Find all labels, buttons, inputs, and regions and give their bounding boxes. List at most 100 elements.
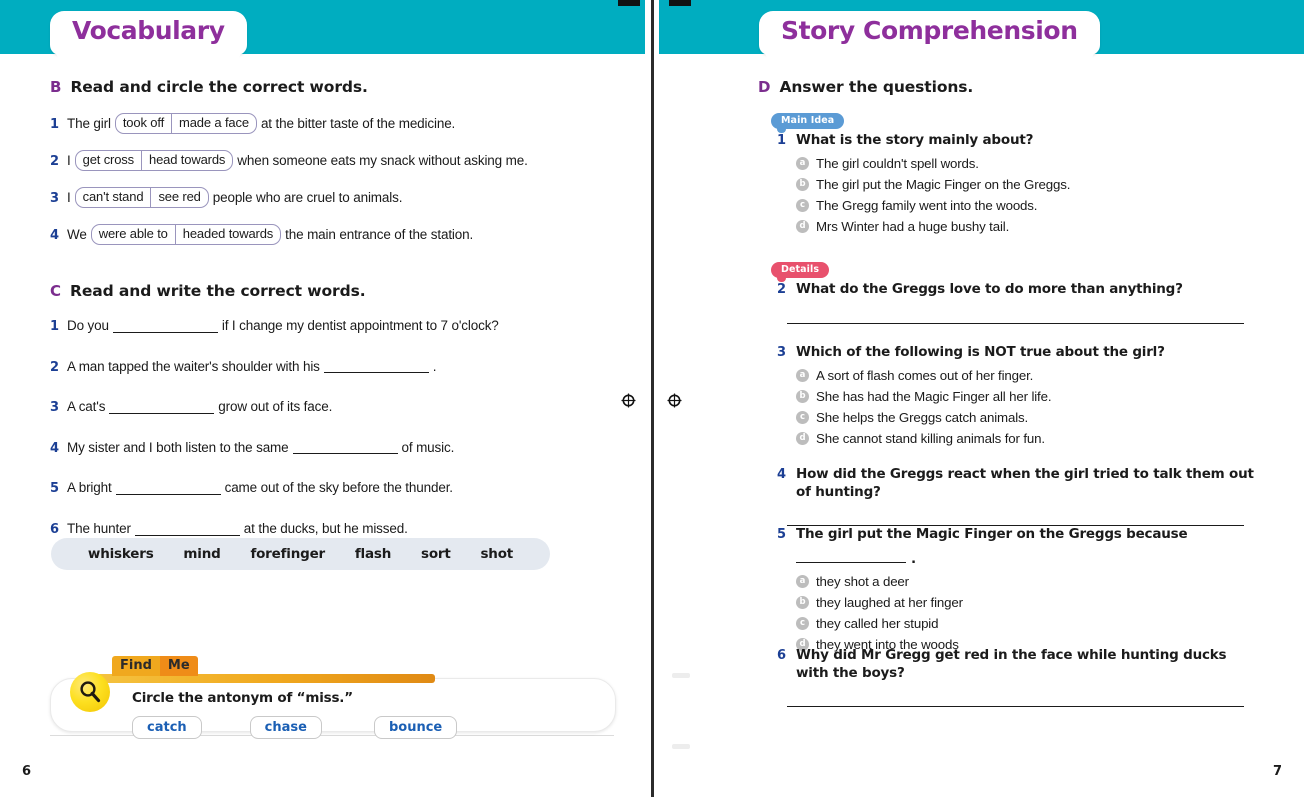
exercise-d-title: Answer the questions. [779, 78, 974, 96]
question-3: 3 Which of the following is NOT true abo… [777, 344, 1277, 446]
question-3-option-a[interactable]: a A sort of flash comes out of her finge… [796, 368, 1277, 383]
question-number: 4 [777, 467, 787, 482]
question-5-option-a[interactable]: a they shot a deer [796, 574, 1277, 589]
write-blank[interactable] [109, 400, 215, 414]
item-text-before: I [67, 152, 71, 168]
exercise-b-item-4: 4 We were able to headed towards the mai… [50, 224, 610, 245]
write-blank[interactable] [134, 522, 240, 536]
option-label: they shot a deer [816, 574, 909, 590]
option-bullet-c: c [796, 617, 809, 631]
choice-box[interactable]: can't stand see red [74, 187, 209, 208]
exercise-b-heading: B Read and circle the correct words. [50, 78, 610, 96]
question-text: How did the Greggs react when the girl t… [796, 466, 1254, 500]
choice-option-a[interactable]: took off [116, 114, 171, 133]
item-number: 1 [50, 116, 59, 132]
find-me-tab-word-find: Find [112, 656, 160, 676]
choice-box[interactable]: were able to headed towards [90, 224, 282, 245]
item-text-before: A man tapped the waiter's shoulder with … [67, 358, 320, 374]
question-text: What do the Greggs love to do more than … [796, 281, 1183, 297]
question-number: 5 [777, 527, 787, 542]
exercise-d: D Answer the questions. [758, 78, 1258, 96]
find-me-option-chase[interactable]: chase [249, 716, 322, 739]
choice-option-b[interactable]: made a face [171, 114, 256, 133]
question-3-option-d[interactable]: d She cannot stand killing animals for f… [796, 431, 1277, 446]
option-bullet-d: d [796, 219, 809, 233]
question-5-option-b[interactable]: b they laughed at her finger [796, 595, 1277, 610]
exercise-c-title: Read and write the correct words. [70, 282, 366, 300]
question-6: 6 Why did Mr Gregg get red in the face w… [777, 647, 1257, 708]
item-text-after: . [432, 358, 437, 374]
write-blank[interactable] [115, 481, 221, 495]
choice-box[interactable]: took off made a face [114, 113, 257, 134]
option-label: A sort of flash comes out of her finger. [816, 367, 1034, 383]
badge-main-idea: Main Idea [771, 113, 845, 133]
question-text: Why did Mr Gregg get red in the face whi… [796, 647, 1227, 681]
answer-line[interactable] [787, 706, 1244, 708]
exercise-d-heading: D Answer the questions. [758, 78, 1258, 96]
option-label: they laughed at her finger [816, 595, 963, 611]
item-text-after: at the ducks, but he missed. [243, 520, 408, 536]
choice-box[interactable]: get cross head towards [74, 150, 234, 171]
trim-tick-upper [672, 673, 690, 678]
item-text-after: when someone eats my snack without askin… [237, 152, 528, 168]
choice-option-a[interactable]: get cross [76, 151, 141, 170]
item-text-before: My sister and I both listen to the same [67, 439, 289, 455]
write-blank[interactable] [112, 319, 218, 333]
question-blank[interactable] [796, 549, 906, 563]
exercise-d-letter: D [758, 78, 771, 96]
question-text: Which of the following is NOT true about… [796, 344, 1165, 360]
badge-details-wrap: Details [771, 259, 830, 282]
exercise-b-item-1: 1 The girl took off made a face at the b… [50, 113, 610, 134]
item-number: 5 [50, 481, 59, 497]
answer-line[interactable] [787, 322, 1244, 324]
right-page: Story Comprehension D Answer the questio… [659, 0, 1304, 797]
question-3-option-b[interactable]: b She has had the Magic Finger all her l… [796, 389, 1277, 404]
choice-option-b[interactable]: see red [150, 188, 207, 207]
word-bank: whiskers mind forefinger flash sort shot [51, 538, 550, 570]
exercise-c-item-4: 4 My sister and I both listen to the sam… [50, 439, 610, 457]
exercise-c: C Read and write the correct words. 1 Do… [50, 282, 610, 537]
word-bank-item[interactable]: flash [355, 546, 391, 562]
item-text-before: A cat's [67, 399, 106, 415]
option-label: The Gregg family went into the woods. [816, 197, 1038, 213]
question-1-option-d[interactable]: d Mrs Winter had a huge bushy tail. [796, 219, 1277, 234]
find-me-option-catch[interactable]: catch [132, 716, 202, 739]
choice-option-b[interactable]: head towards [141, 151, 232, 170]
write-blank[interactable] [323, 359, 429, 374]
word-bank-item[interactable]: shot [480, 546, 513, 562]
trim-tick-lower [672, 744, 690, 749]
exercise-b-item-2: 2 I get cross head towards when someone … [50, 150, 610, 171]
vocabulary-section-tab: Vocabulary [50, 11, 247, 60]
question-3-header: 3 Which of the following is NOT true abo… [777, 344, 1277, 362]
choice-option-b[interactable]: headed towards [174, 225, 280, 244]
exercise-b-title: Read and circle the correct words. [70, 78, 368, 96]
question-text-before: The girl put the Magic Finger on the Gre… [796, 526, 1188, 542]
choice-option-a[interactable]: can't stand [76, 188, 151, 207]
option-label: She helps the Greggs catch animals. [816, 409, 1029, 425]
registration-mark-right [667, 393, 682, 408]
word-bank-item[interactable]: forefinger [250, 546, 325, 562]
badge-details: Details [771, 262, 830, 282]
item-number: 3 [50, 190, 59, 206]
item-text-before: I [67, 189, 71, 205]
question-1-option-a[interactable]: a The girl couldn't spell words. [796, 156, 1277, 171]
choice-option-a[interactable]: were able to [92, 225, 175, 244]
question-1-header: 1 What is the story mainly about? [777, 132, 1277, 150]
word-bank-item[interactable]: mind [183, 546, 220, 562]
item-number: 6 [50, 521, 59, 537]
find-me-option-bounce[interactable]: bounce [373, 716, 458, 739]
question-1-option-b[interactable]: b The girl put the Magic Finger on the G… [796, 177, 1277, 192]
word-bank-item[interactable]: sort [421, 546, 451, 562]
worksheet-spread: Vocabulary B Read and circle the correct… [0, 0, 1304, 797]
write-blank[interactable] [292, 440, 398, 455]
item-text-after: people who are cruel to animals. [212, 189, 403, 205]
badge-main-idea-wrap: Main Idea [771, 110, 845, 133]
left-page: Vocabulary B Read and circle the correct… [0, 0, 645, 797]
word-bank-item[interactable]: whiskers [88, 546, 154, 562]
question-3-option-c[interactable]: c She helps the Greggs catch animals. [796, 410, 1277, 425]
question-4-header: 4 How did the Greggs react when the girl… [777, 466, 1257, 501]
option-label: The girl put the Magic Finger on the Gre… [816, 176, 1071, 192]
question-1-option-c[interactable]: c The Gregg family went into the woods. [796, 198, 1277, 213]
item-text-after: came out of the sky before the thunder. [224, 480, 453, 496]
question-5-option-c[interactable]: c they called her stupid [796, 616, 1277, 631]
